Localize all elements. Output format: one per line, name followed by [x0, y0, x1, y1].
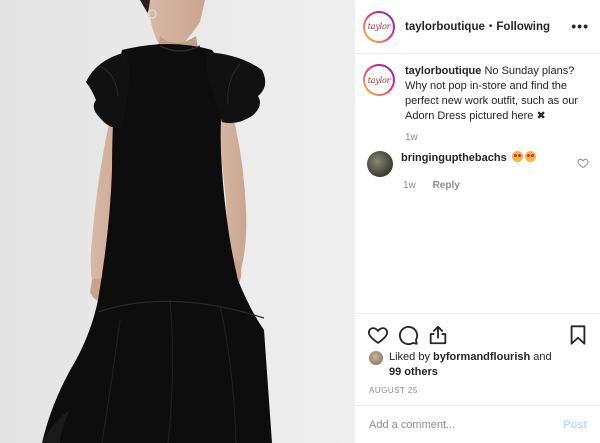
- liker-avatar[interactable]: [369, 351, 383, 365]
- post-sidebar: taylor taylorboutique • Following ••• ta…: [354, 0, 600, 443]
- add-comment-input[interactable]: [369, 418, 564, 431]
- add-comment-bar: Post: [355, 405, 600, 443]
- heart-icon[interactable]: [367, 324, 389, 346]
- caption-text: taylorboutique No Sunday plans? Why not …: [405, 64, 587, 145]
- avatar-inner: taylor: [365, 66, 393, 94]
- comment-time[interactable]: 1w: [403, 180, 416, 191]
- bookmark-icon[interactable]: [567, 324, 589, 346]
- post-header: taylor taylorboutique • Following •••: [355, 0, 600, 54]
- likes-summary: Liked by byformandflourish and 99 others: [369, 350, 589, 380]
- comment-meta: 1w Reply: [403, 180, 474, 191]
- caption: taylor taylorboutique No Sunday plans? W…: [363, 64, 593, 145]
- liker-username[interactable]: byformandflourish: [433, 351, 530, 363]
- more-options-icon[interactable]: •••: [571, 19, 589, 33]
- heart-eyes-emoji-icon: [524, 151, 536, 162]
- small-heart-icon[interactable]: [577, 157, 589, 169]
- post-comment-button[interactable]: Post: [563, 419, 587, 431]
- likes-others[interactable]: 99 others: [389, 366, 438, 378]
- post-date[interactable]: AUGUST 25: [369, 386, 418, 395]
- likes-prefix: Liked by: [389, 351, 430, 363]
- post-photo[interactable]: [0, 0, 354, 443]
- caption-avatar[interactable]: taylor: [363, 64, 395, 96]
- instagram-post: taylor taylorboutique • Following ••• ta…: [0, 0, 600, 443]
- caption-username[interactable]: taylorboutique: [405, 65, 481, 77]
- header-separator: •: [488, 21, 493, 32]
- caption-time[interactable]: 1w: [405, 130, 587, 145]
- following-button[interactable]: Following: [496, 21, 550, 33]
- author-username[interactable]: taylorboutique: [405, 21, 485, 33]
- avatar-logo: taylor: [367, 22, 391, 31]
- heart-eyes-emoji-icon: [511, 151, 523, 162]
- reply-button[interactable]: Reply: [433, 180, 460, 191]
- comment-icon[interactable]: [397, 324, 419, 346]
- likes-text: Liked by byformandflourish and 99 others: [389, 350, 552, 380]
- commenter-avatar[interactable]: [367, 151, 393, 177]
- dress-photo-illustration: [0, 0, 354, 443]
- avatar-inner: taylor: [365, 12, 393, 41]
- comment-text: bringingupthebachs: [401, 151, 536, 177]
- commenter-username[interactable]: bringingupthebachs: [401, 152, 507, 164]
- caption-symbol: ✖: [536, 110, 546, 122]
- comment-item: bringingupthebachs: [363, 151, 595, 177]
- avatar-logo: taylor: [367, 75, 391, 85]
- likes-conjunction: and: [533, 351, 552, 363]
- share-icon[interactable]: [427, 324, 449, 346]
- author-avatar[interactable]: taylor: [363, 10, 395, 43]
